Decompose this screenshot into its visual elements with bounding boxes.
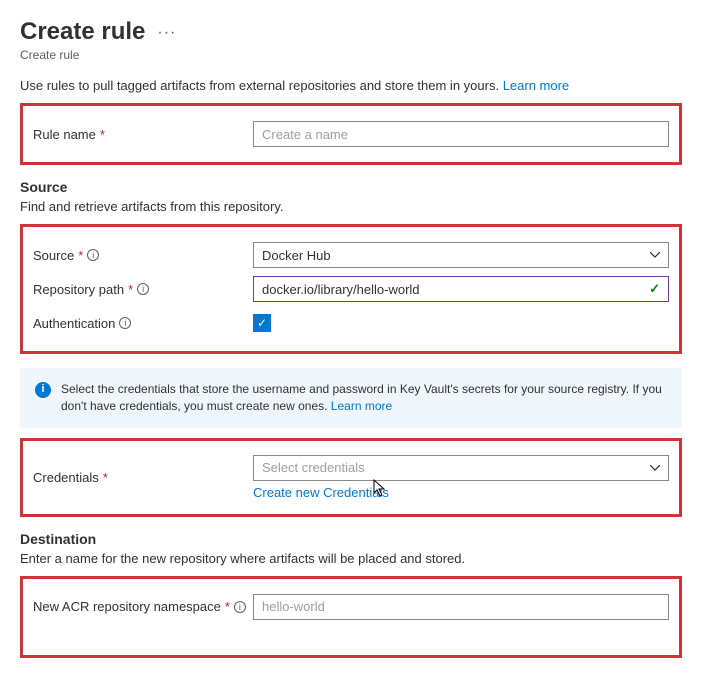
namespace-input[interactable]: hello-world [253, 594, 669, 620]
info-icon[interactable]: i [137, 283, 149, 295]
chevron-down-icon [650, 252, 660, 258]
more-actions-icon[interactable]: ··· [157, 24, 176, 42]
source-select[interactable]: Docker Hub [253, 242, 669, 268]
info-icon[interactable]: i [234, 601, 246, 613]
rule-name-group: Rule name* [20, 103, 682, 165]
credentials-label: Credentials* [33, 470, 253, 485]
credentials-select[interactable]: Select credentials [253, 455, 669, 481]
info-icon[interactable]: i [119, 317, 131, 329]
credentials-info-banner: i Select the credentials that store the … [20, 368, 682, 428]
info-icon: i [35, 382, 51, 398]
page-title: Create rule [20, 18, 145, 46]
page-subtitle: Create rule [20, 48, 682, 62]
destination-group: New ACR repository namespace* i hello-wo… [20, 576, 682, 658]
chevron-down-icon [650, 465, 660, 471]
source-group: Source* i Docker Hub Repository path* i … [20, 224, 682, 354]
rule-name-input[interactable] [253, 121, 669, 147]
info-icon[interactable]: i [87, 249, 99, 261]
namespace-label: New ACR repository namespace* i [33, 599, 253, 614]
source-heading: Source [20, 179, 682, 195]
repo-path-input[interactable]: docker.io/library/hello-world ✓ [253, 276, 669, 302]
authentication-label: Authentication i [33, 316, 253, 331]
destination-heading: Destination [20, 531, 682, 547]
banner-learn-more-link[interactable]: Learn more [331, 399, 392, 413]
create-new-credentials-link[interactable]: Create new Credentials [253, 485, 389, 500]
repo-path-label: Repository path* i [33, 282, 253, 297]
credentials-group: Credentials* Select credentials Create n… [20, 438, 682, 517]
source-description: Find and retrieve artifacts from this re… [20, 199, 682, 214]
rule-name-label: Rule name* [33, 127, 253, 142]
intro-text: Use rules to pull tagged artifacts from … [20, 78, 682, 93]
destination-description: Enter a name for the new repository wher… [20, 551, 682, 566]
checkmark-icon: ✓ [649, 281, 660, 297]
authentication-checkbox[interactable]: ✓ [253, 314, 271, 332]
learn-more-link[interactable]: Learn more [503, 78, 569, 93]
source-label: Source* i [33, 248, 253, 263]
